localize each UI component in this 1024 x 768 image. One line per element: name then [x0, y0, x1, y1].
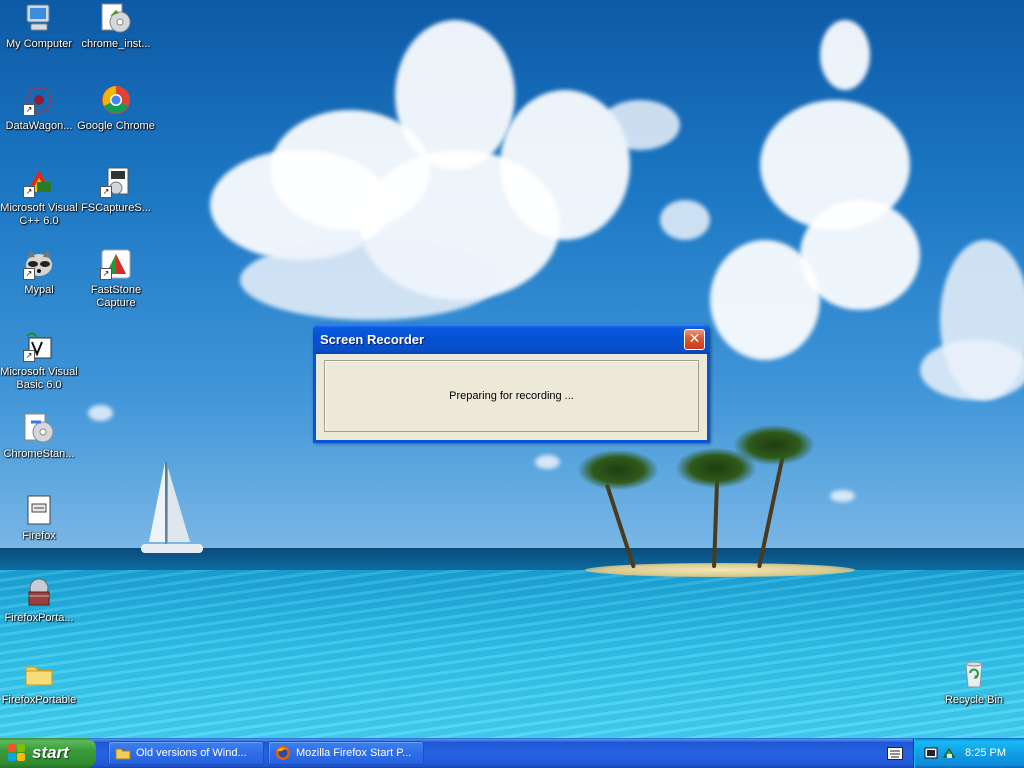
wallpaper-cloud	[535, 455, 560, 469]
folder-icon	[23, 658, 55, 690]
wallpaper-cloud	[830, 490, 855, 502]
close-button[interactable]: ✕	[684, 329, 705, 350]
sailboat-graphic	[141, 462, 203, 553]
desktop-icon-visual-basic[interactable]: ↗ Microsoft Visual Basic 6.0	[0, 330, 79, 392]
wallpaper-cloud	[395, 20, 515, 170]
keyboard-language-icon[interactable]	[887, 747, 903, 760]
desktop-icon-google-chrome[interactable]: Google Chrome	[76, 84, 156, 133]
dialog-titlebar[interactable]: Screen Recorder ✕	[313, 324, 710, 354]
installer-cd-icon	[100, 2, 132, 34]
taskbar: start Old versions of Wind... Mozilla Fi…	[0, 738, 1024, 768]
desktop-icon-firefox-portable-installer[interactable]: FirefoxPorta...	[0, 576, 79, 625]
shortcut-arrow-icon: ↗	[23, 268, 35, 280]
taskbar-item-label: Old versions of Wind...	[136, 747, 247, 759]
dialog-body: Preparing for recording ...	[316, 354, 707, 440]
desktop-icon-my-computer[interactable]: My Computer	[0, 2, 79, 51]
desktop-icon-faststone-capture[interactable]: ↗ FastStone Capture	[76, 248, 156, 310]
desktop-icon-visual-cpp[interactable]: ↗ Microsoft Visual C++ 6.0	[0, 166, 79, 228]
installer-cd-icon	[23, 412, 55, 444]
wallpaper-cloud	[240, 240, 500, 320]
palm-leaves	[578, 450, 658, 490]
clock[interactable]: 8:25 PM	[965, 747, 1006, 759]
wallpaper-island	[585, 563, 855, 577]
firefox-icon	[275, 745, 291, 761]
wallpaper-cloud	[820, 20, 870, 90]
wallpaper-cloud	[88, 405, 113, 421]
windows-logo-icon	[8, 744, 26, 762]
chrome-icon	[100, 84, 132, 116]
wallpaper-cloud	[710, 240, 820, 360]
start-label: start	[32, 743, 69, 762]
wallpaper-sea	[0, 570, 1024, 738]
desktop-icon-datawagon[interactable]: ↗ DataWagon...	[0, 84, 79, 133]
desktop-icon-fscapture-setup[interactable]: ↗ FSCaptureS...	[76, 166, 156, 215]
desktop-icon-firefox-portable-folder[interactable]: FirefoxPortable	[0, 658, 79, 707]
visual-basic-icon: ↗	[23, 330, 55, 362]
taskbar-item-firefox[interactable]: Mozilla Firefox Start P...	[268, 741, 424, 765]
visual-cpp-icon: ↗	[23, 166, 55, 198]
my-computer-icon	[23, 2, 55, 34]
wallpaper-cloud	[660, 200, 710, 240]
taskbar-item-label: Mozilla Firefox Start P...	[296, 747, 412, 759]
shortcut-arrow-icon: ↗	[23, 350, 35, 362]
shortcut-arrow-icon: ↗	[100, 186, 112, 198]
dialog-title: Screen Recorder	[320, 332, 425, 347]
screen-recorder-dialog: Screen Recorder ✕ Preparing for recordin…	[313, 324, 710, 443]
installer-box-icon	[23, 576, 55, 608]
wallpaper-cloud	[600, 100, 680, 150]
installer-icon: ↗	[100, 166, 132, 198]
desktop-icon-mypal[interactable]: ↗ Mypal	[0, 248, 79, 297]
start-button[interactable]: start	[0, 738, 96, 768]
desktop-icon-recycle-bin[interactable]: Recycle Bin	[934, 658, 1014, 707]
taskbar-item-old-versions[interactable]: Old versions of Wind...	[108, 741, 264, 765]
desktop-icon-chrome-installer[interactable]: chrome_inst...	[76, 2, 156, 51]
status-message: Preparing for recording ...	[449, 390, 574, 402]
system-tray: 8:25 PM	[913, 738, 1024, 768]
document-icon	[23, 494, 55, 526]
folder-icon	[115, 745, 131, 761]
shortcut-arrow-icon: ↗	[23, 186, 35, 198]
close-icon: ✕	[688, 331, 701, 347]
palm-leaves	[734, 425, 814, 465]
shortcut-arrow-icon: ↗	[100, 268, 112, 280]
recycle-bin-icon	[958, 658, 990, 690]
mypal-raccoon-icon: ↗	[23, 248, 55, 280]
datawagon-icon: ↗	[23, 84, 55, 116]
safely-remove-hardware-icon[interactable]	[942, 746, 956, 760]
screen-recorder-tray-icon[interactable]	[924, 746, 938, 760]
shortcut-arrow-icon: ↗	[23, 104, 35, 116]
desktop-icon-chrome-standalone[interactable]: ChromeStan...	[0, 412, 79, 461]
desktop-icon-firefox-file[interactable]: Firefox	[0, 494, 79, 543]
faststone-capture-icon: ↗	[100, 248, 132, 280]
status-panel: Preparing for recording ...	[324, 360, 699, 432]
wallpaper-cloud	[920, 340, 1024, 400]
